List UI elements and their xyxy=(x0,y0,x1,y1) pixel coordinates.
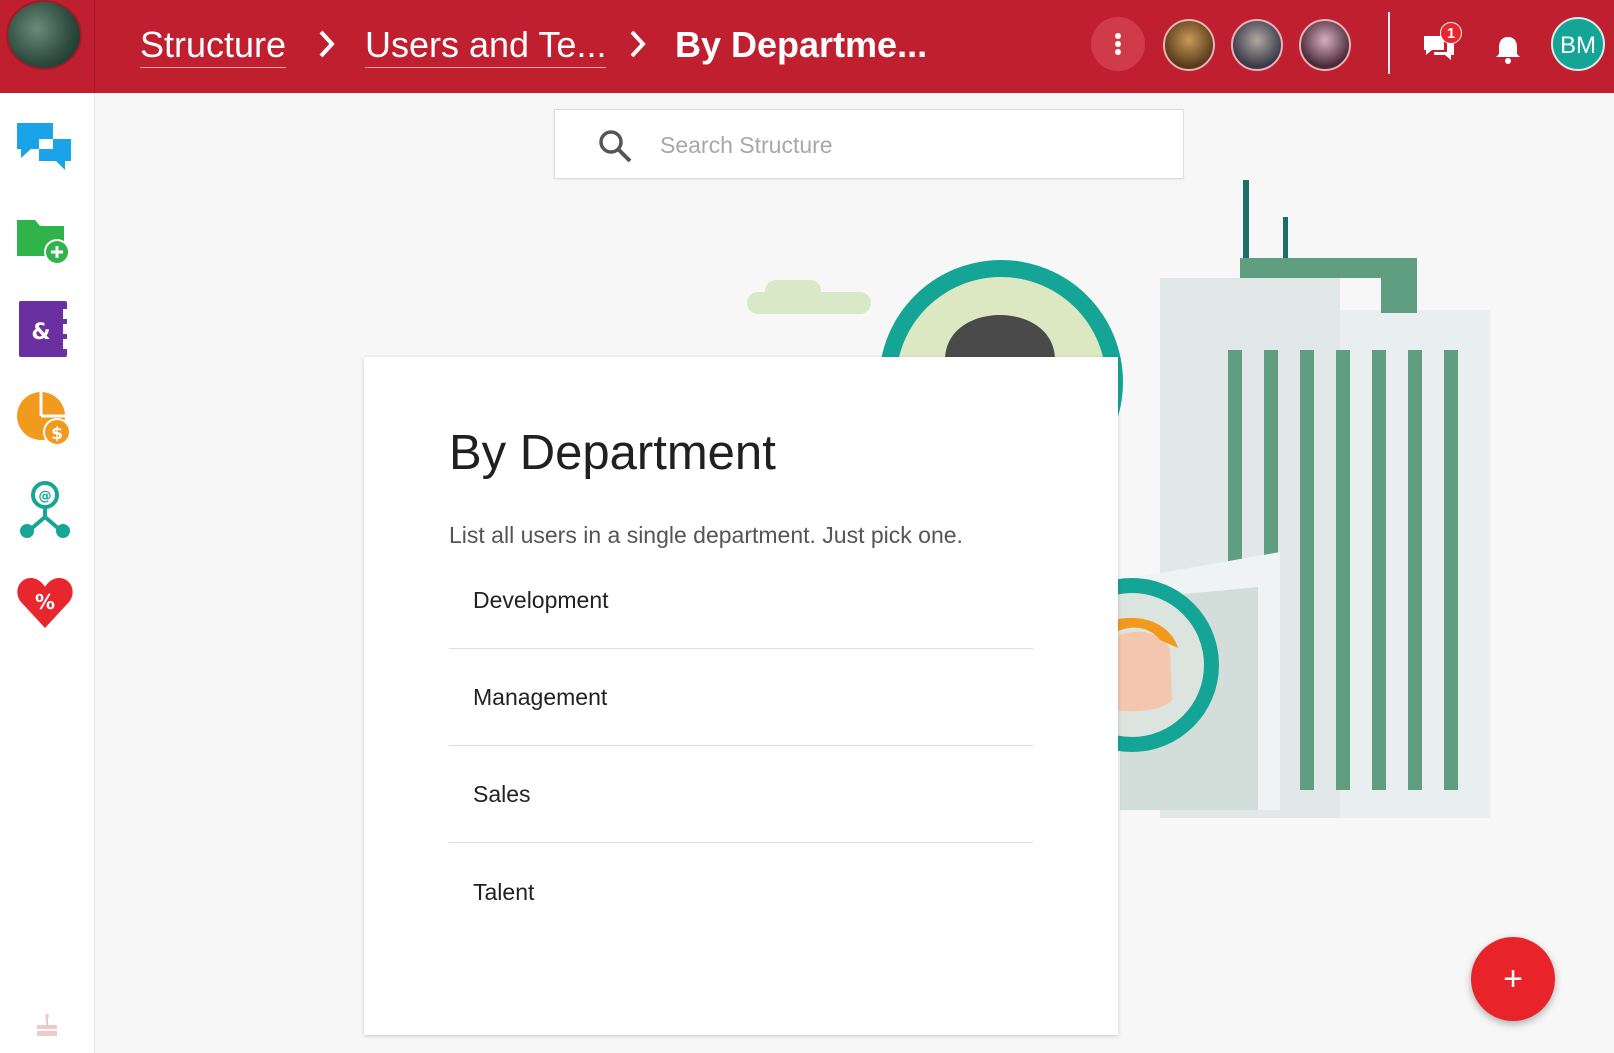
team-avatar-2[interactable] xyxy=(1231,19,1283,71)
header-divider xyxy=(1388,12,1390,74)
folder-add-icon[interactable] xyxy=(15,208,75,268)
svg-text:@: @ xyxy=(39,489,52,504)
search-bar xyxy=(554,109,1184,179)
department-card: By Department List all users in a single… xyxy=(364,357,1118,1035)
user-avatar[interactable]: BM xyxy=(1551,17,1605,71)
chevron-right-icon xyxy=(319,30,335,58)
page-subtitle: List all users in a single department. J… xyxy=(449,522,963,548)
birthday-cake-icon[interactable] xyxy=(34,1012,60,1038)
company-logo[interactable] xyxy=(6,0,82,70)
finance-pie-icon[interactable]: $ xyxy=(15,390,75,450)
team-avatar-3[interactable] xyxy=(1299,19,1351,71)
add-button[interactable]: + xyxy=(1471,937,1555,1021)
department-list: Development Management Sales Talent xyxy=(449,552,1033,940)
chat-icon[interactable] xyxy=(15,117,75,177)
department-item-management[interactable]: Management xyxy=(449,649,1033,746)
top-header: Structure Users and Te... By Departme...… xyxy=(0,0,1614,93)
chevron-right-icon xyxy=(630,30,646,58)
org-network-icon[interactable]: @ xyxy=(15,481,75,541)
svg-text:&: & xyxy=(31,320,50,345)
contacts-book-icon[interactable]: & xyxy=(15,299,75,359)
search-icon xyxy=(599,130,632,163)
heart-percent-icon[interactable]: % xyxy=(15,572,75,632)
page-title: By Department xyxy=(449,426,776,480)
svg-text:$: $ xyxy=(51,424,63,444)
more-options-button[interactable] xyxy=(1091,17,1145,71)
team-avatar-1[interactable] xyxy=(1163,19,1215,71)
department-item-talent[interactable]: Talent xyxy=(449,843,1033,940)
department-item-development[interactable]: Development xyxy=(449,552,1033,649)
app-sidebar: & $ @ % xyxy=(0,93,95,1053)
header-divider xyxy=(94,0,95,93)
breadcrumb-current: By Departme... xyxy=(675,24,928,65)
breadcrumb-users-and-teams[interactable]: Users and Te... xyxy=(365,22,607,68)
search-input[interactable] xyxy=(660,126,1160,164)
more-vertical-icon xyxy=(1115,33,1121,55)
department-item-sales[interactable]: Sales xyxy=(449,746,1033,843)
svg-text:%: % xyxy=(35,590,55,614)
chat-unread-badge: 1 xyxy=(1440,22,1462,44)
bell-icon[interactable] xyxy=(1491,32,1525,66)
breadcrumb-structure[interactable]: Structure xyxy=(140,22,287,68)
